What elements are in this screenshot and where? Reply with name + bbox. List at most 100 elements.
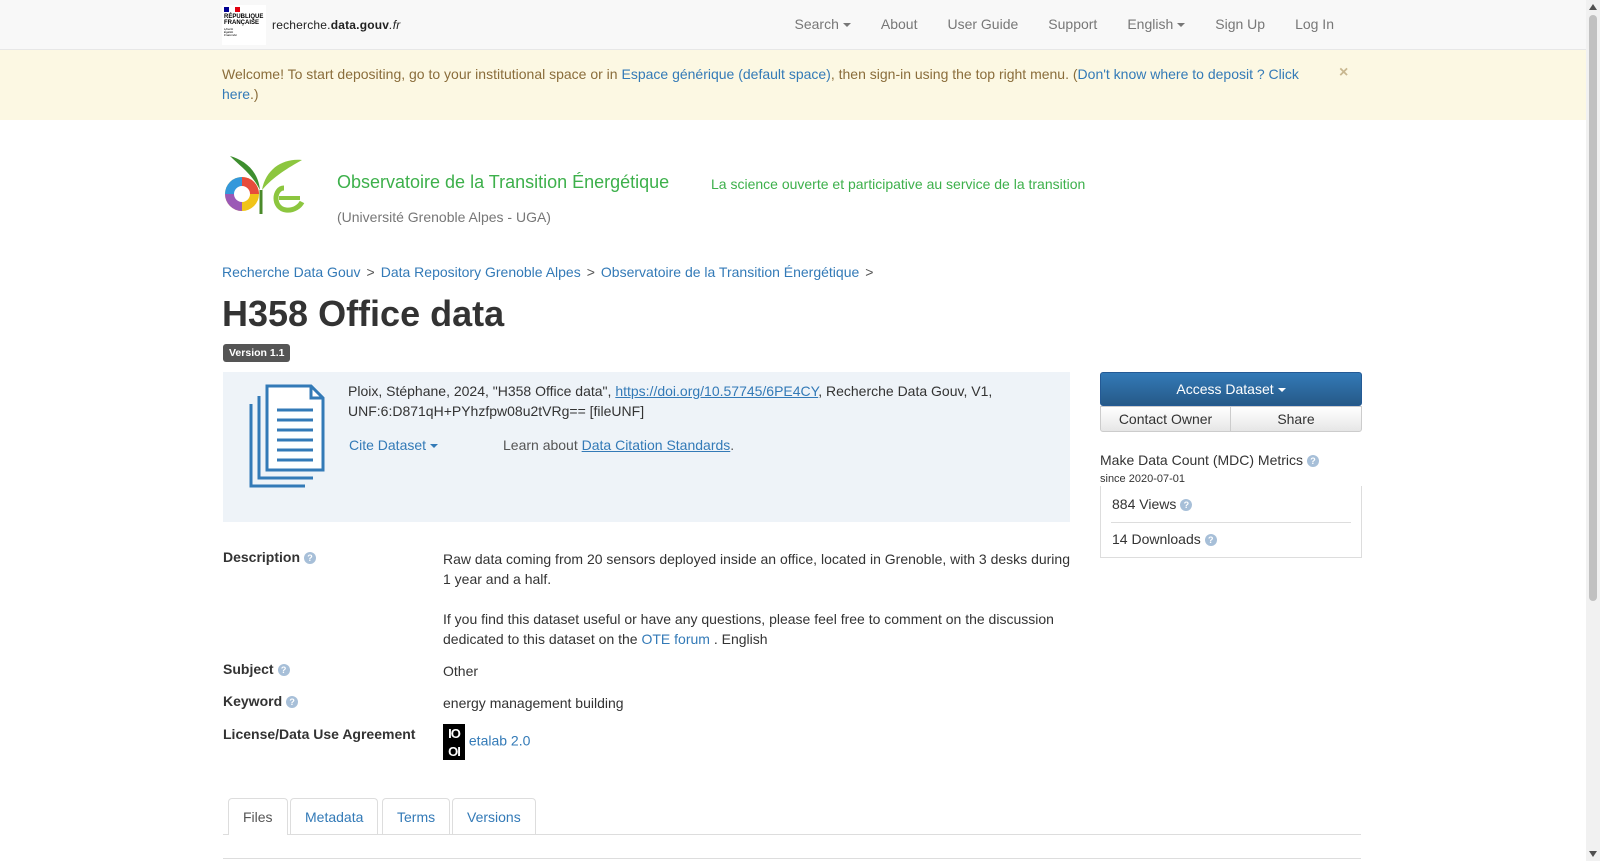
scrollbar-thumb[interactable] bbox=[1589, 15, 1597, 601]
subject-value: Other bbox=[443, 663, 479, 679]
dataverse-affiliation: (Université Grenoble Alpes - UGA) bbox=[337, 209, 551, 225]
cite-dataset-label: Cite Dataset bbox=[349, 437, 427, 453]
learn-citation: Learn about Data Citation Standards. bbox=[503, 437, 734, 453]
learn-prefix: Learn about bbox=[503, 437, 582, 453]
top-navbar: RÉPUBLIQUE FRANÇAISE Liberté Égalité Fra… bbox=[0, 0, 1586, 50]
share-button[interactable]: Share bbox=[1230, 406, 1362, 432]
alert-text-3: .) bbox=[250, 86, 259, 102]
citation-box: Ploix, Stéphane, 2024, "H358 Office data… bbox=[223, 372, 1070, 522]
breadcrumb-separator: > bbox=[586, 264, 595, 280]
data-citation-standards-link[interactable]: Data Citation Standards bbox=[582, 437, 731, 453]
subject-label: Subject? bbox=[223, 661, 433, 677]
welcome-alert: Welcome! To start depositing, go to your… bbox=[0, 50, 1586, 120]
dataset-title: H358 Office data bbox=[222, 293, 505, 334]
breadcrumb-recherche-data-gouv[interactable]: Recherche Data Gouv bbox=[222, 264, 361, 280]
version-badge: Version 1.1 bbox=[223, 344, 291, 362]
breadcrumb-ote[interactable]: Observatoire de la Transition Énergétiqu… bbox=[601, 264, 859, 280]
site-name: recherche.data.gouv.fr bbox=[272, 18, 400, 32]
learn-suffix: . bbox=[730, 437, 735, 453]
caret-down-icon bbox=[1277, 388, 1286, 393]
tab-versions[interactable]: Versions bbox=[452, 798, 536, 834]
tab-terms[interactable]: Terms bbox=[382, 798, 451, 834]
caret-down-icon bbox=[430, 444, 439, 449]
etalab-license-icon: IO OI bbox=[443, 724, 465, 760]
dataverse-name-link[interactable]: Observatoire de la Transition Énergétiqu… bbox=[337, 172, 669, 193]
page-scrollbar[interactable] bbox=[1586, 0, 1600, 861]
subject-label-text: Subject bbox=[223, 661, 274, 677]
mdc-since: since 2020-07-01 bbox=[1100, 473, 1186, 485]
help-icon[interactable]: ? bbox=[1307, 455, 1320, 468]
nav-sign-up[interactable]: Sign Up bbox=[1200, 0, 1280, 49]
downloads-count: 14 Downloads bbox=[1112, 531, 1201, 547]
help-icon[interactable]: ? bbox=[304, 552, 317, 565]
tab-metadata[interactable]: Metadata bbox=[290, 798, 379, 834]
license-label: License/Data Use Agreement bbox=[223, 726, 416, 742]
breadcrumb-separator: > bbox=[366, 264, 375, 280]
metrics-divider bbox=[1111, 522, 1351, 523]
nav-log-in[interactable]: Log In bbox=[1280, 0, 1334, 49]
document-stack-icon bbox=[249, 384, 325, 488]
site-suffix: .fr bbox=[389, 18, 401, 32]
help-icon[interactable]: ? bbox=[1204, 534, 1217, 547]
tab-files[interactable]: Files bbox=[228, 798, 288, 835]
nav-search-dropdown[interactable]: Search bbox=[780, 0, 866, 49]
dataverse-tagline: La science ouverte et participative au s… bbox=[711, 176, 1086, 192]
help-icon[interactable]: ? bbox=[286, 696, 299, 709]
citation-text: Ploix, Stéphane, 2024, "H358 Office data… bbox=[348, 381, 1048, 421]
description-label: Description? bbox=[223, 549, 433, 565]
alert-text: Welcome! To start depositing, go to your… bbox=[222, 64, 1302, 104]
description-value: Raw data coming from 20 sensors deployed… bbox=[443, 549, 1073, 649]
caret-down-icon bbox=[1177, 23, 1186, 28]
ote-forum-link[interactable]: OTE forum bbox=[641, 631, 709, 647]
access-dataset-label: Access Dataset bbox=[1176, 381, 1274, 397]
site-prefix: recherche. bbox=[272, 18, 331, 32]
description-paragraph-2: If you find this dataset useful or have … bbox=[443, 609, 1073, 649]
downloads-metric: 14 Downloads? bbox=[1112, 531, 1217, 547]
alert-close-button[interactable]: × bbox=[1339, 64, 1348, 82]
alert-text-2: , then sign-in using the top right menu.… bbox=[830, 66, 1078, 82]
tab-content-border bbox=[223, 858, 1361, 859]
license-value: IO OI etalab 2.0 bbox=[443, 724, 1073, 760]
caret-down-icon bbox=[842, 23, 851, 28]
site-brand[interactable]: RÉPUBLIQUE FRANÇAISE Liberté Égalité Fra… bbox=[222, 5, 400, 45]
help-icon[interactable]: ? bbox=[277, 664, 290, 677]
citation-text-1: Ploix, Stéphane, 2024, "H358 Office data… bbox=[348, 383, 616, 399]
nav-support[interactable]: Support bbox=[1033, 0, 1112, 49]
site-bold: data.gouv bbox=[330, 18, 390, 32]
french-flag-icon bbox=[224, 7, 240, 12]
views-metric: 884 Views? bbox=[1112, 496, 1193, 512]
access-dataset-button[interactable]: Access Dataset bbox=[1100, 372, 1362, 406]
etalab-license-link[interactable]: etalab 2.0 bbox=[469, 733, 531, 749]
scroll-down-arrow-icon[interactable] bbox=[1589, 851, 1597, 857]
license-icon-top: IO bbox=[448, 726, 461, 741]
doi-link[interactable]: https://doi.org/10.57745/6PE4CY bbox=[615, 383, 818, 399]
default-space-link[interactable]: Espace générique (default space) bbox=[621, 66, 830, 82]
main-nav: Search About User Guide Support English … bbox=[780, 0, 1334, 49]
keyword-label: Keyword? bbox=[223, 693, 433, 709]
alert-text-1: Welcome! To start depositing, go to your… bbox=[222, 66, 622, 82]
nav-search-label: Search bbox=[794, 16, 839, 32]
keyword-value: energy management building bbox=[443, 695, 624, 711]
help-icon[interactable]: ? bbox=[1180, 499, 1193, 512]
description-text-2b: . English bbox=[709, 631, 768, 647]
breadcrumb-separator: > bbox=[865, 264, 874, 280]
contact-owner-button[interactable]: Contact Owner bbox=[1100, 406, 1231, 432]
nav-user-guide[interactable]: User Guide bbox=[932, 0, 1033, 49]
nav-about[interactable]: About bbox=[866, 0, 933, 49]
dataset-tabs: Files Metadata Terms Versions bbox=[223, 798, 1361, 835]
motto-line-3: Fraternité bbox=[224, 33, 237, 37]
breadcrumb: Recherche Data Gouv > Data Repository Gr… bbox=[222, 264, 879, 280]
nav-language-dropdown[interactable]: English bbox=[1112, 0, 1200, 49]
license-icon-bottom: OI bbox=[448, 744, 461, 759]
republic-line-2: FRANÇAISE bbox=[224, 20, 260, 26]
description-label-text: Description bbox=[223, 549, 301, 565]
ote-logo-icon[interactable] bbox=[222, 150, 322, 216]
description-paragraph-1: Raw data coming from 20 sensors deployed… bbox=[443, 551, 1070, 587]
mdc-title-label: Make Data Count (MDC) Metrics bbox=[1100, 452, 1304, 468]
cite-dataset-dropdown[interactable]: Cite Dataset bbox=[349, 437, 439, 453]
views-count: 884 Views bbox=[1112, 496, 1177, 512]
metrics-box: 884 Views? 14 Downloads? bbox=[1100, 486, 1362, 558]
scroll-up-arrow-icon[interactable] bbox=[1589, 4, 1597, 10]
mdc-metrics-title: Make Data Count (MDC) Metrics? bbox=[1100, 452, 1320, 468]
breadcrumb-data-repository-grenoble[interactable]: Data Repository Grenoble Alpes bbox=[381, 264, 581, 280]
